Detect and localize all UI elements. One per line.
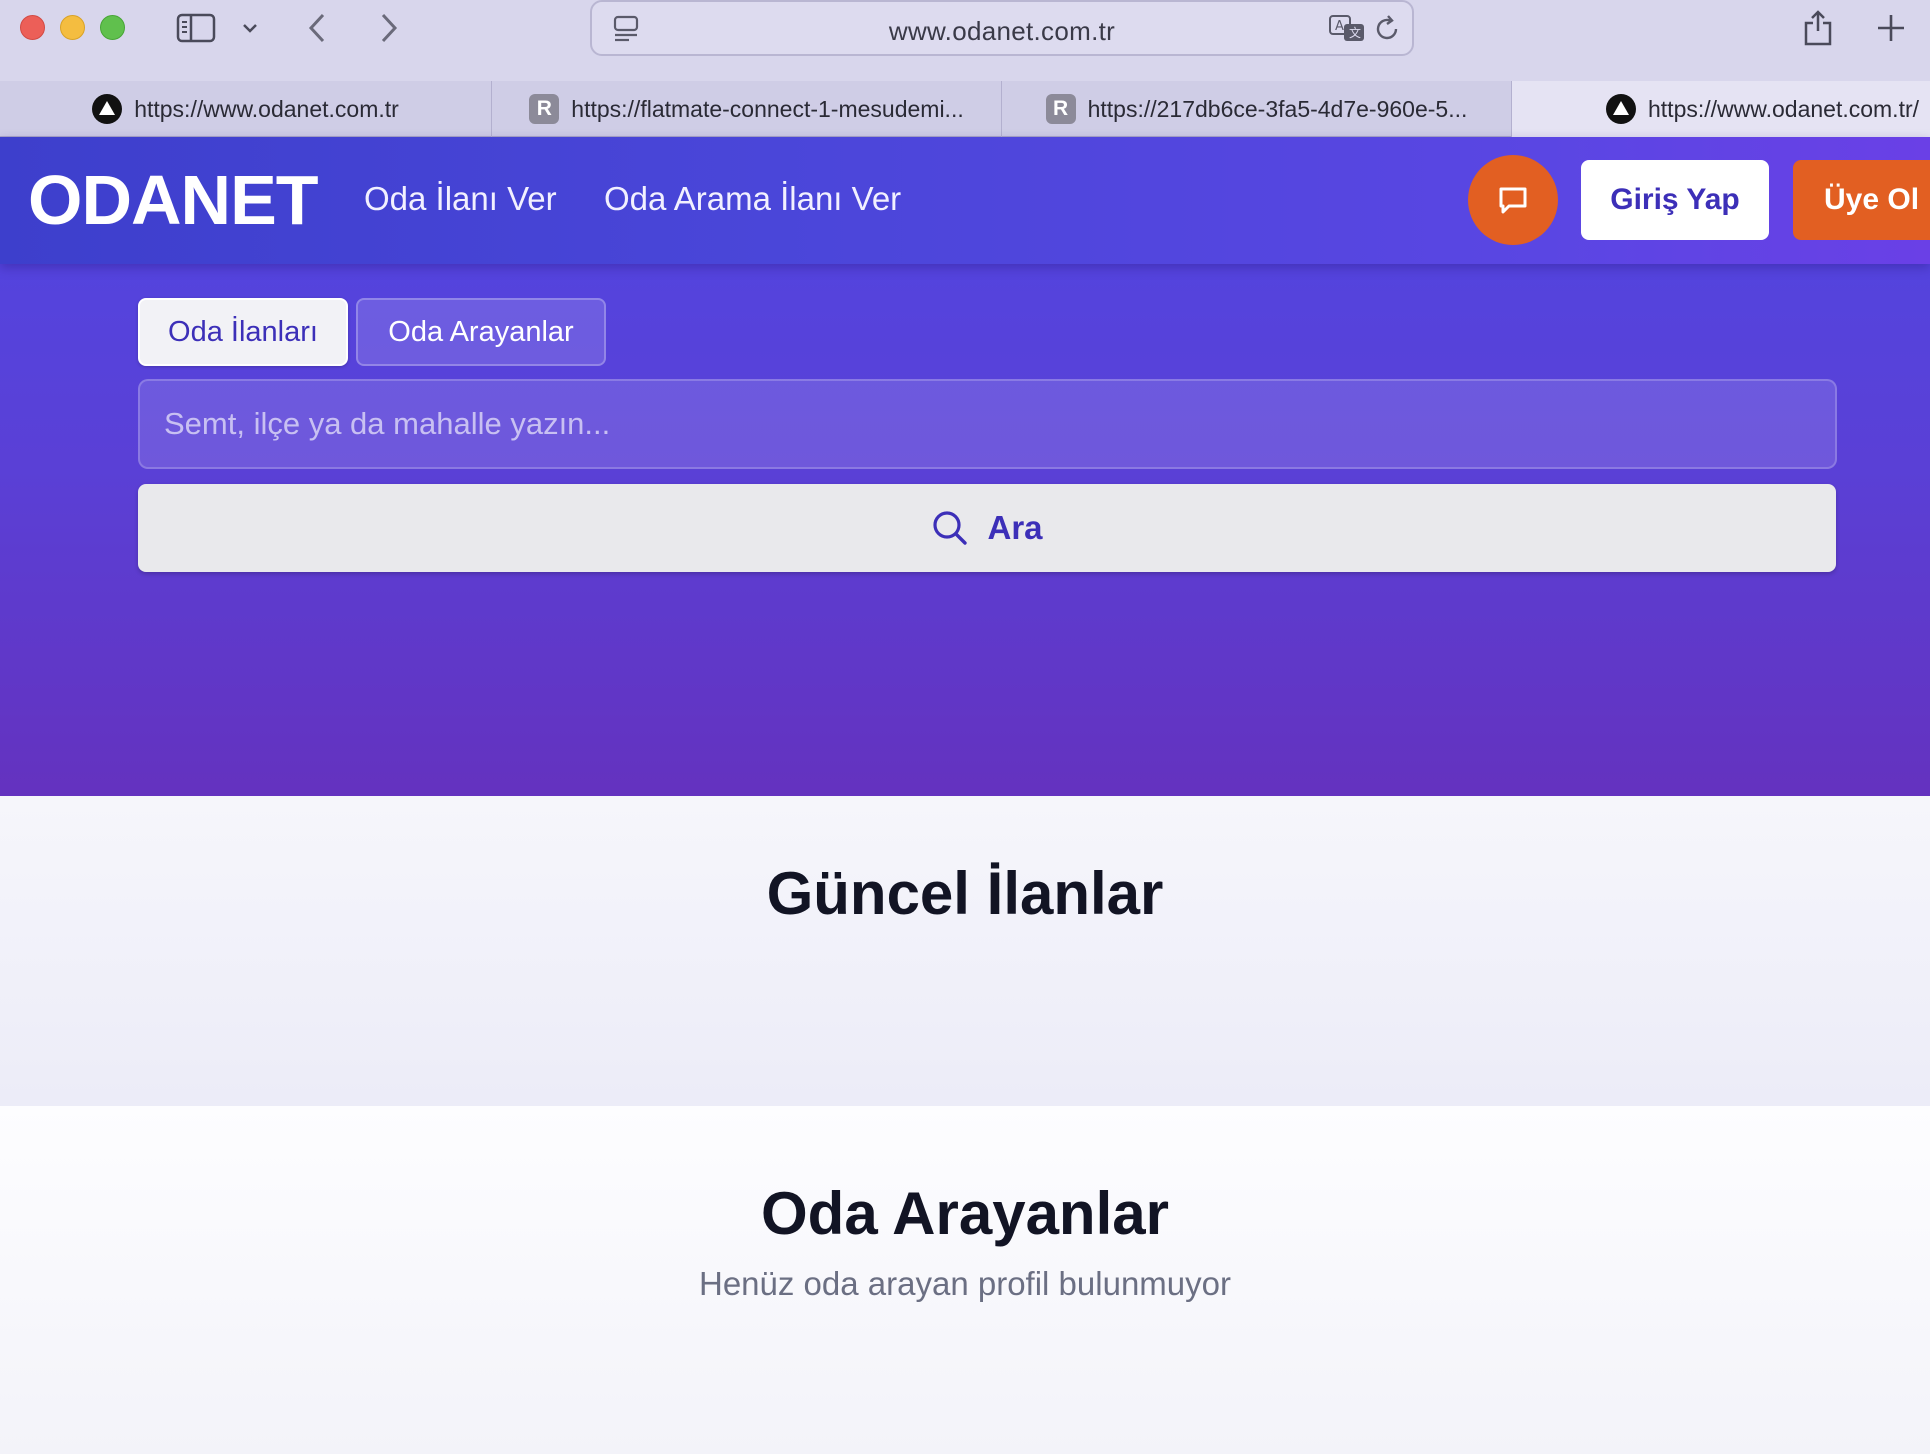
tab-label: https://flatmate-connect-1-mesudemi... (571, 95, 964, 122)
messages-button[interactable] (1468, 155, 1558, 245)
forward-button[interactable] (374, 8, 404, 48)
svg-text:A: A (1335, 19, 1344, 34)
reload-icon[interactable] (1372, 14, 1402, 44)
plus-icon (1878, 15, 1904, 41)
browser-tab-active[interactable]: https://www.odanet.com.tr/ (1512, 81, 1930, 137)
search-button[interactable]: Ara (138, 484, 1836, 572)
sidebar-toggle-button[interactable] (174, 8, 218, 48)
r-favicon-icon: R (1045, 94, 1076, 124)
chevron-right-icon (381, 13, 398, 43)
room-seekers-title: Oda Arayanlar (761, 1180, 1169, 1247)
current-listings-title: Güncel İlanlar (766, 860, 1164, 927)
room-seekers-section: Oda Arayanlar Henüz oda arayan profil bu… (0, 1106, 1930, 1454)
share-button[interactable] (1800, 8, 1836, 48)
nav-link-post-room-search[interactable]: Oda Arama İlanı Ver (604, 180, 901, 218)
nav-link-post-room[interactable]: Oda İlanı Ver (364, 180, 557, 218)
address-bar[interactable]: www.odanet.com.tr A 文 (590, 0, 1414, 56)
tab-label: https://217db6ce-3fa5-4d7e-960e-5... (1087, 95, 1468, 122)
translate-icon: A 文 (1329, 15, 1364, 41)
search-icon (933, 511, 968, 545)
browser-tab[interactable]: R https://217db6ce-3fa5-4d7e-960e-5... (1002, 81, 1512, 137)
register-button[interactable]: Üye Ol (1793, 160, 1930, 240)
close-window-button[interactable] (20, 15, 45, 40)
triangle-logo-icon (1606, 94, 1636, 124)
sidebar-icon (176, 13, 216, 43)
browser-tab-bar: https://www.odanet.com.tr R https://flat… (0, 81, 1930, 137)
room-seekers-empty-text: Henüz oda arayan profil bulunmuyor (699, 1265, 1231, 1302)
search-button-label: Ara (987, 509, 1043, 546)
url-text: www.odanet.com.tr (888, 16, 1116, 46)
zoom-window-button[interactable] (100, 15, 125, 40)
current-listings-section: Güncel İlanlar (0, 796, 1930, 1106)
back-button[interactable] (302, 8, 332, 48)
chevron-left-icon (308, 13, 325, 43)
tab-label: https://www.odanet.com.tr/ (1648, 95, 1920, 122)
triangle-logo-icon (92, 94, 123, 124)
tab-room-listings[interactable]: Oda İlanları (138, 298, 348, 366)
hero-section: ODANET Oda İlanı Ver Oda Arama İlanı Ver… (0, 137, 1930, 796)
browser-tab[interactable]: R https://flatmate-connect-1-mesudemi... (492, 81, 1002, 137)
chat-bubble-icon (1499, 187, 1527, 214)
r-favicon-icon: R (529, 94, 560, 124)
browser-titlebar: www.odanet.com.tr A 文 (0, 0, 1930, 81)
new-tab-button[interactable] (1874, 8, 1908, 48)
page-content: ODANET Oda İlanı Ver Oda Arama İlanı Ver… (0, 137, 1930, 1454)
chevron-down-icon (243, 24, 257, 33)
login-button[interactable]: Giriş Yap (1581, 160, 1769, 240)
location-search-input[interactable] (138, 379, 1837, 469)
sidebar-menu-button[interactable] (238, 8, 262, 48)
site-header: ODANET Oda İlanı Ver Oda Arama İlanı Ver… (0, 137, 1930, 264)
browser-tab[interactable]: https://www.odanet.com.tr (0, 81, 492, 137)
tab-label: https://www.odanet.com.tr (134, 95, 399, 122)
minimize-window-button[interactable] (60, 15, 85, 40)
site-logo[interactable]: ODANET (28, 165, 319, 235)
share-icon (1804, 10, 1832, 46)
tab-room-seekers[interactable]: Oda Arayanlar (356, 298, 606, 366)
svg-text:文: 文 (1349, 25, 1361, 40)
